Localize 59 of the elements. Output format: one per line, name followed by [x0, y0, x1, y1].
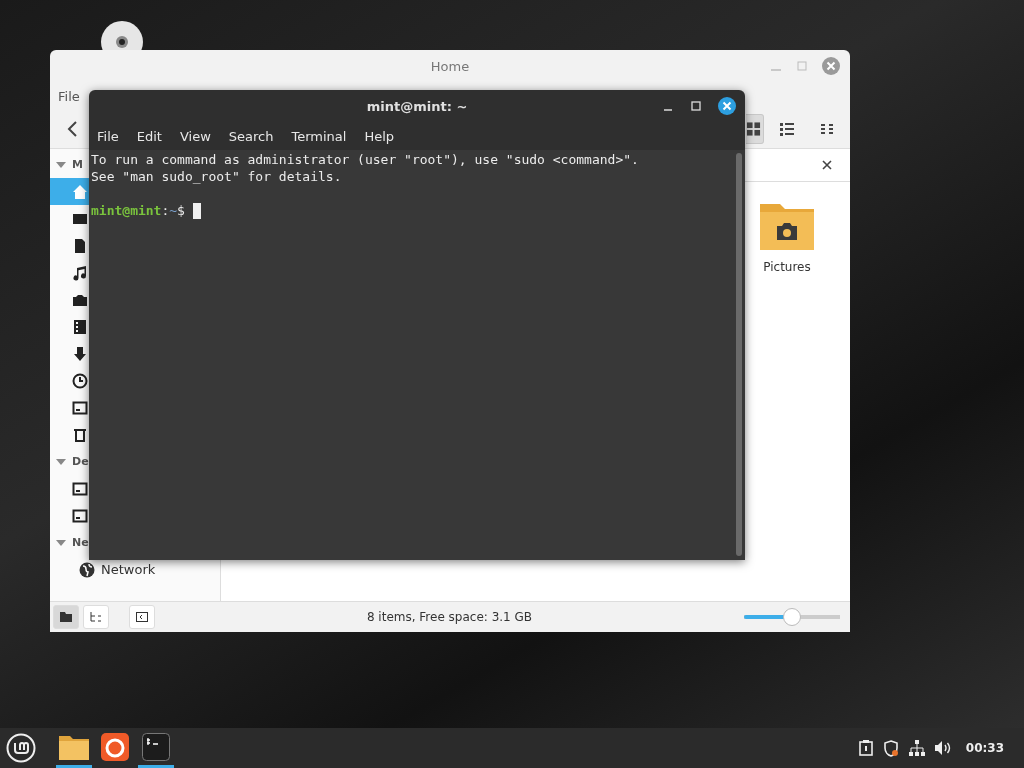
tree-icon [90, 612, 102, 622]
sidebar-icon [136, 612, 148, 622]
file-name: Pictures [763, 260, 811, 274]
sidebar-toggle-button[interactable] [129, 605, 155, 629]
maximize-icon[interactable] [690, 100, 702, 112]
back-icon[interactable] [66, 120, 78, 138]
section-heading: M [72, 158, 83, 171]
menu-icon[interactable] [6, 733, 36, 763]
terminal-icon [142, 732, 170, 761]
volume-icon[interactable] [934, 741, 952, 755]
grid-icon [746, 121, 761, 137]
terminal-output: See "man sudo_root" for details. [91, 168, 343, 185]
prompt-path: ~ [169, 202, 178, 219]
drive-icon [72, 399, 88, 416]
status-text: 8 items, Free space: 3.1 GB [365, 610, 534, 624]
drive-icon [72, 480, 88, 497]
menu-item[interactable]: File [97, 128, 119, 144]
network-icon [79, 561, 95, 578]
sidebar-item[interactable]: Network [50, 556, 220, 583]
menu-item[interactable]: View [179, 128, 211, 144]
close-icon[interactable] [822, 160, 832, 170]
home-icon [72, 183, 88, 200]
videos-icon [72, 318, 88, 335]
menu-item[interactable]: Help [364, 128, 395, 144]
browser-icon [101, 732, 129, 761]
folder-icon [59, 733, 89, 760]
places-button[interactable] [53, 605, 79, 629]
shield-icon[interactable] [882, 739, 899, 757]
clipboard-icon[interactable] [858, 740, 873, 756]
recent-icon [72, 372, 88, 389]
folder-icon [60, 612, 72, 622]
network-icon[interactable] [908, 740, 925, 756]
slider-thumb[interactable] [783, 608, 801, 626]
prompt-symbol: $ [177, 202, 185, 219]
window-title: mint@mint: ~ [366, 98, 468, 114]
list-icon [779, 121, 795, 137]
compact-list-icon [819, 121, 835, 137]
drive-icon [72, 507, 88, 524]
close-icon[interactable] [718, 97, 736, 115]
expander-icon[interactable] [56, 159, 66, 170]
window-title: Home [430, 58, 470, 74]
scrollbar[interactable] [736, 153, 742, 556]
section-heading: Ne [72, 536, 89, 549]
grid-view-button[interactable] [746, 114, 764, 144]
expander-icon[interactable] [56, 456, 66, 467]
menu-item[interactable]: Edit [136, 128, 162, 144]
trash-icon [72, 426, 88, 443]
music-icon [72, 264, 88, 281]
clock[interactable]: 00:33 [965, 741, 1004, 755]
expander-icon[interactable] [56, 537, 66, 548]
prompt-user: mint@mint [91, 202, 162, 219]
section-heading: De [72, 455, 89, 468]
prompt-separator: : [161, 202, 170, 219]
menu-item[interactable]: File [58, 88, 80, 104]
terminal-output: To run a command as administrator (user "root"), use "sudo <command>". [91, 151, 640, 168]
menu-item[interactable]: Search [228, 128, 274, 144]
text-cursor [192, 202, 201, 219]
menu-item[interactable]: Terminal [291, 128, 347, 144]
downloads-icon [72, 345, 88, 362]
